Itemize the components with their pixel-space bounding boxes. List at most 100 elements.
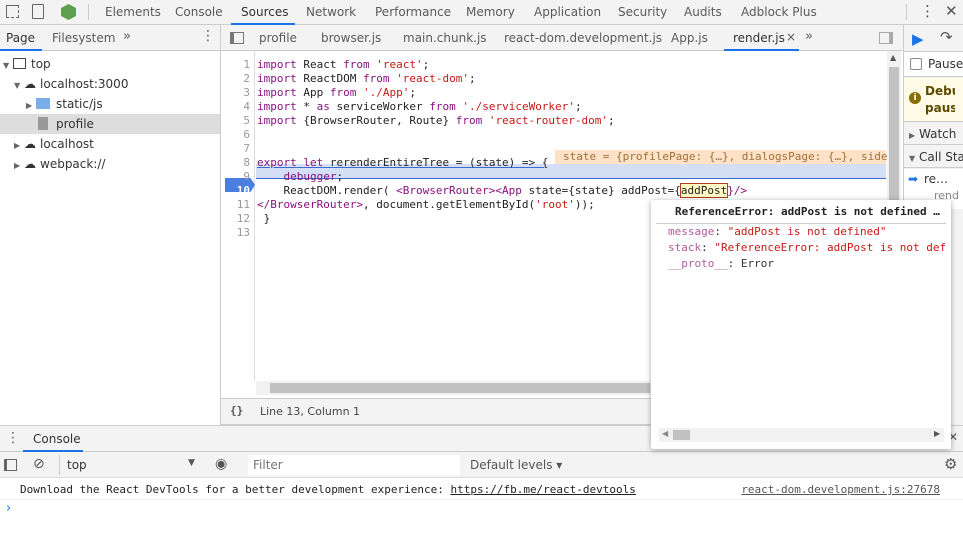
chevron-down-icon[interactable]: ▼ [188, 458, 195, 468]
property-proto[interactable]: ▶__proto__: Error [668, 256, 948, 273]
scroll-right-icon[interactable]: ▶ [934, 429, 940, 438]
scrollbar-thumb[interactable] [270, 383, 650, 393]
line-number[interactable]: 7 [222, 142, 250, 156]
editor-tab-app-js[interactable]: App.js [671, 31, 708, 45]
call-stack-section[interactable]: ▼Call Stack [904, 146, 963, 168]
tab-security[interactable]: Security [618, 5, 667, 19]
code-line: debugger; [257, 170, 344, 184]
tree-item-localhost[interactable]: ▶ ☁ localhost [0, 134, 220, 154]
console-message: Download the React DevTools for a better… [0, 480, 963, 500]
property-stack[interactable]: stack: "ReferenceError: addPost is not d… [668, 240, 948, 256]
code-token: rerenderEntireTree = (state) => { [323, 156, 549, 169]
drawer-menu-icon[interactable]: ⋮ [6, 430, 20, 446]
drawer-tab-console[interactable]: Console [33, 432, 81, 446]
code-token: <BrowserRouter> [396, 184, 496, 197]
line-number[interactable]: 5 [222, 114, 250, 128]
divider [59, 455, 60, 475]
tab-memory[interactable]: Memory [466, 5, 515, 19]
tab-console[interactable]: Console [175, 5, 223, 19]
editor-tab-browser-js[interactable]: browser.js [321, 31, 381, 45]
tree-label: localhost [40, 137, 94, 151]
gear-icon[interactable]: ⚙ [944, 455, 957, 473]
tab-application[interactable]: Application [534, 5, 601, 19]
tree-item-static-js[interactable]: ▶ static/js [0, 94, 220, 114]
code-token: import [257, 58, 297, 71]
horizontal-scrollbar[interactable] [256, 381, 656, 395]
tree-item-profile[interactable]: profile [0, 114, 220, 134]
message-text: Download the React DevTools for a better… [20, 483, 451, 496]
console-filter-input[interactable] [248, 455, 460, 475]
devtools-link[interactable]: https://fb.me/react-devtools [450, 483, 635, 496]
line-number[interactable]: 10 [222, 184, 250, 198]
tree-item-top[interactable]: ▼ top [0, 54, 220, 74]
scrollbar-thumb[interactable] [673, 430, 690, 440]
code-token: 'root' [535, 198, 575, 211]
node-icon[interactable] [61, 4, 76, 20]
log-levels-dropdown[interactable]: Default levels ▾ [470, 458, 562, 472]
tree-item-localhost-3000[interactable]: ▼ ☁ localhost:3000 [0, 74, 220, 94]
editor-tab-main-chunk-js[interactable]: main.chunk.js [403, 31, 487, 45]
code-token: let [303, 156, 324, 169]
more-menu-icon[interactable]: ⋮ [920, 2, 935, 20]
code-line: ReactDOM.render( <BrowserRouter><App sta… [257, 183, 747, 198]
tab-performance[interactable]: Performance [375, 5, 451, 19]
tree-label: profile [56, 117, 94, 131]
code-token: } [257, 212, 271, 225]
message-source-link[interactable]: react-dom.development.js:27678 [741, 480, 940, 500]
tree-item-webpack[interactable]: ▶ ☁ webpack:// [0, 154, 220, 174]
code-token: import [257, 72, 297, 85]
scroll-up-icon[interactable]: ▲ [890, 53, 896, 62]
eye-icon[interactable]: ◉ [215, 456, 227, 472]
popover-horizontal-scrollbar[interactable]: ◀ ▶ [659, 428, 944, 442]
line-number[interactable]: 8 [222, 156, 250, 170]
more-tabs-button[interactable]: » [805, 29, 813, 44]
tab-page[interactable]: Page [6, 31, 35, 45]
line-number[interactable]: 12 [222, 212, 250, 226]
scroll-left-icon[interactable]: ◀ [662, 429, 668, 438]
property-value: "ReferenceError: addPost is not def [714, 241, 947, 254]
pause-on-exceptions[interactable]: Pause… [904, 51, 963, 77]
watch-section[interactable]: ▶ Watch [904, 123, 963, 145]
line-number[interactable]: 11 [222, 198, 250, 212]
tree-label: webpack:// [40, 157, 106, 171]
close-tab-icon[interactable]: × [786, 30, 796, 44]
tab-audits[interactable]: Audits [684, 5, 722, 19]
line-number[interactable]: 6 [222, 128, 250, 142]
step-over-icon[interactable]: ↷ [940, 28, 953, 46]
toggle-navigator-icon[interactable] [230, 32, 244, 44]
context-select[interactable]: top [67, 458, 87, 472]
editor-tab-render-js[interactable]: render.js [733, 31, 785, 45]
navigator-tabs: Page Filesystem » ⋮ [0, 25, 221, 51]
info-icon: i [909, 92, 921, 104]
tab-network[interactable]: Network [306, 5, 356, 19]
code-token: './serviceWorker' [455, 100, 575, 113]
code-line: import App from './App'; [257, 86, 416, 100]
editor-tab-react-dom[interactable]: react-dom.development.js [504, 31, 662, 45]
pretty-print-button[interactable]: {} [230, 404, 243, 417]
property-value: "addPost is not defined" [727, 225, 887, 238]
line-number[interactable]: 3 [222, 86, 250, 100]
tab-filesystem[interactable]: Filesystem [52, 31, 115, 45]
line-number[interactable]: 2 [222, 72, 250, 86]
more-tabs-button[interactable]: » [123, 29, 131, 44]
navigator-menu-icon[interactable]: ⋮ [201, 28, 215, 44]
pause-checkbox[interactable] [910, 58, 922, 70]
line-number[interactable]: 13 [222, 226, 250, 240]
clear-console-icon[interactable]: ⊘ [33, 456, 45, 472]
inspect-element-icon[interactable] [6, 5, 19, 18]
frame-name: re… [924, 172, 949, 186]
tab-sources[interactable]: Sources [241, 5, 288, 19]
line-number[interactable]: 9 [222, 170, 250, 184]
line-number[interactable]: 4 [222, 100, 250, 114]
property-message[interactable]: message: "addPost is not defined" [668, 224, 948, 240]
line-number[interactable]: 1 [222, 58, 250, 72]
tab-adblock-plus[interactable]: Adblock Plus [741, 5, 817, 19]
tab-elements[interactable]: Elements [105, 5, 161, 19]
editor-tab-profile[interactable]: profile [259, 31, 297, 45]
toggle-debugger-icon[interactable] [879, 32, 893, 44]
device-toolbar-icon[interactable] [32, 4, 44, 19]
console-prompt[interactable]: › [6, 501, 11, 516]
sidebar-toggle-icon[interactable] [4, 459, 17, 471]
close-icon[interactable]: ✕ [945, 2, 958, 20]
resume-icon[interactable]: ▶ [912, 30, 924, 48]
